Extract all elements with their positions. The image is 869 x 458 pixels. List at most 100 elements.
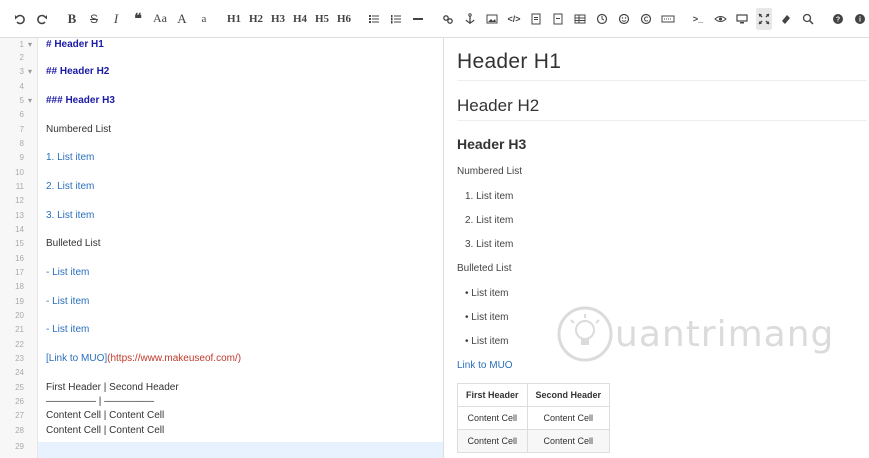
h3-button[interactable]: H3	[270, 8, 286, 30]
h6-button[interactable]: H6	[336, 8, 352, 30]
fold-toggle-icon[interactable]: ▾	[28, 38, 32, 52]
editor-line[interactable]: 3 ▾ ## Header H2	[0, 65, 443, 79]
eraser-icon[interactable]	[778, 8, 794, 30]
line-content: First Header | Second Header	[46, 382, 179, 393]
editor-line[interactable]: 28 Content Cell | Content Cell	[0, 424, 443, 438]
editor-line[interactable]: 9 1. List item	[0, 151, 443, 165]
line-content: - List item	[46, 296, 90, 307]
line-number: 10	[15, 168, 24, 177]
preview-h3: Header H3	[457, 136, 527, 152]
editor-line[interactable]: 12	[0, 194, 443, 208]
editor-line[interactable]: 17 - List item	[0, 266, 443, 280]
table-row: Content Cell Content Cell	[457, 429, 611, 453]
line-number: 26	[15, 397, 24, 406]
editor-line[interactable]: 27 Content Cell | Content Cell	[0, 409, 443, 423]
bulleted-list-title: Bulleted List	[457, 263, 512, 274]
editor-line[interactable]: 13 3. List item	[0, 209, 443, 223]
eye-icon[interactable]	[712, 8, 728, 30]
emoji-icon[interactable]	[616, 8, 632, 30]
line-number: 19	[15, 297, 24, 306]
horizontal-rule-icon[interactable]	[410, 8, 426, 30]
editor-line[interactable]: 25 First Header | Second Header	[0, 381, 443, 395]
fullscreen-icon[interactable]	[756, 7, 772, 30]
editor-line[interactable]: 10	[0, 166, 443, 180]
editor-line[interactable]: 29	[0, 440, 443, 454]
bulleted-list-item: • List item	[465, 336, 509, 347]
editor-line[interactable]: 15 Bulleted List	[0, 237, 443, 251]
h1-button[interactable]: H1	[226, 8, 242, 30]
table-cell: Content Cell	[526, 406, 611, 430]
help-icon[interactable]: ?	[830, 8, 846, 30]
preview-h2: Header H2	[457, 96, 540, 115]
line-number: 14	[15, 225, 24, 234]
preformatted-icon[interactable]	[550, 8, 566, 30]
uppercase-icon[interactable]: Aa	[152, 8, 168, 30]
undo-icon[interactable]	[12, 8, 28, 30]
table-cell: Content Cell	[526, 429, 611, 453]
numbered-list-item: 3. List item	[465, 239, 514, 250]
redo-icon[interactable]	[34, 8, 50, 30]
link-icon[interactable]	[440, 8, 456, 30]
quote-icon[interactable]: ❝	[130, 8, 146, 30]
line-number: 20	[15, 311, 24, 320]
markdown-editor[interactable]: 1 ▾ # Header H1 2 3 ▾ ## Header H2 4 5 ▾ ### Heade…	[0, 38, 444, 458]
line-content: 1. List item	[46, 152, 95, 163]
line-number: 7	[19, 125, 24, 134]
bulleted-list-icon[interactable]	[366, 8, 382, 30]
italic-icon[interactable]: I	[108, 8, 124, 30]
terminal-icon[interactable]: >_	[690, 8, 706, 30]
line-number: 15	[15, 239, 24, 248]
h4-button[interactable]: H4	[292, 8, 308, 30]
line-content: Numbered List	[46, 124, 112, 135]
search-icon[interactable]	[800, 8, 816, 30]
editor-line[interactable]: 5 ▾ ### Header H3	[0, 94, 443, 108]
editor-line[interactable]: 26 ————— | —————	[0, 395, 443, 409]
link-to-muo[interactable]: Link to MUO	[457, 360, 513, 371]
h1-underline	[457, 80, 867, 81]
line-number: 25	[15, 383, 24, 392]
copyright-icon[interactable]	[638, 8, 654, 30]
font-smaller-icon[interactable]: a	[196, 8, 212, 30]
anchor-icon[interactable]	[462, 8, 478, 30]
line-number: 29	[15, 442, 24, 451]
clock-icon[interactable]	[594, 8, 610, 30]
bold-icon[interactable]: B	[64, 8, 80, 30]
line-number: 1	[19, 40, 24, 49]
editor-line[interactable]: 2	[0, 51, 443, 65]
line-content: ### Header H3	[46, 95, 115, 106]
fold-toggle-icon[interactable]: ▾	[28, 65, 32, 79]
editor-line[interactable]: 24	[0, 366, 443, 380]
editor-line[interactable]: 23 [Link to MUO](https://www.makeuseof.co…	[0, 352, 443, 366]
editor-line[interactable]: 18	[0, 280, 443, 294]
line-number: 27	[15, 411, 24, 420]
editor-line[interactable]: 14	[0, 223, 443, 237]
editor-line[interactable]: 4	[0, 80, 443, 94]
numbered-list-icon[interactable]	[388, 8, 404, 30]
h2-button[interactable]: H2	[248, 8, 264, 30]
editor-line[interactable]: 20	[0, 309, 443, 323]
line-content: - List item	[46, 267, 90, 278]
font-larger-icon[interactable]: A	[174, 8, 190, 30]
line-number: 4	[19, 82, 24, 91]
editor-line[interactable]: 22	[0, 338, 443, 352]
table-icon[interactable]	[572, 8, 588, 30]
line-number: 17	[15, 268, 24, 277]
editor-line[interactable]: 1 ▾ # Header H1	[0, 38, 443, 52]
strikethrough-icon[interactable]: S	[86, 8, 102, 30]
editor-line[interactable]: 19 - List item	[0, 295, 443, 309]
line-number: 6	[19, 110, 24, 119]
editor-line[interactable]: 7 Numbered List	[0, 123, 443, 137]
editor-line[interactable]: 21 - List item	[0, 323, 443, 337]
desktop-icon[interactable]	[734, 8, 750, 30]
code-block-icon[interactable]	[528, 8, 544, 30]
image-icon[interactable]	[484, 8, 500, 30]
fold-toggle-icon[interactable]: ▾	[28, 94, 32, 108]
info-icon[interactable]: i	[852, 8, 868, 30]
editor-line[interactable]: 16	[0, 252, 443, 266]
code-icon[interactable]: </>	[506, 8, 522, 30]
page-break-icon[interactable]	[660, 8, 676, 30]
editor-line[interactable]: 6	[0, 108, 443, 122]
editor-line[interactable]: 11 2. List item	[0, 180, 443, 194]
editor-line[interactable]: 8	[0, 137, 443, 151]
h5-button[interactable]: H5	[314, 8, 330, 30]
